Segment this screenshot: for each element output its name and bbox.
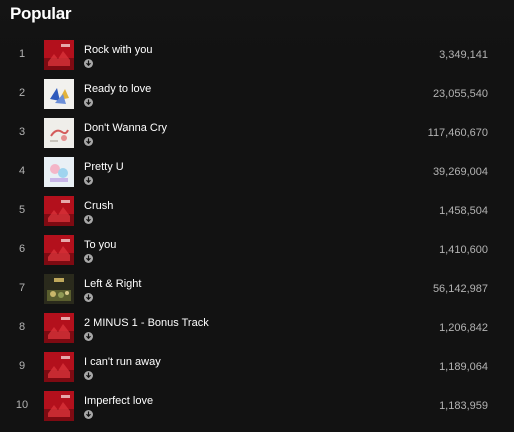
track-title[interactable]: 2 MINUS 1 - Bonus Track <box>84 317 209 329</box>
track-row[interactable]: 7 Left & Right 56,142,987 <box>0 270 514 309</box>
download-icon <box>84 215 93 224</box>
track-number: 2 <box>18 87 26 99</box>
play-count: 1,206,842 <box>439 322 488 334</box>
album-art[interactable] <box>44 40 74 70</box>
play-count: 1,410,600 <box>439 244 488 256</box>
track-number: 3 <box>18 126 26 138</box>
download-icon <box>84 293 93 302</box>
track-row[interactable]: 8 2 MINUS 1 - Bonus Track 1,206,842 <box>0 309 514 348</box>
album-art[interactable] <box>44 313 74 343</box>
album-art[interactable] <box>44 274 74 304</box>
play-count: 1,458,504 <box>439 205 488 217</box>
track-title[interactable]: Rock with you <box>84 44 152 56</box>
track-row[interactable]: 10 Imperfect love 1,183,959 <box>0 387 514 426</box>
play-count: 39,269,004 <box>432 166 488 178</box>
download-icon <box>84 332 93 341</box>
track-row[interactable]: 4 Pretty U 39,269,004 <box>0 153 514 192</box>
play-count: 56,142,987 <box>432 283 488 295</box>
track-number: 8 <box>18 321 26 333</box>
track-title[interactable]: Crush <box>84 200 113 212</box>
download-icon <box>84 59 93 68</box>
track-number: 1 <box>18 48 26 60</box>
download-icon <box>84 98 93 107</box>
download-icon <box>84 137 93 146</box>
play-count: 23,055,540 <box>432 88 488 100</box>
track-number: 5 <box>18 204 26 216</box>
play-count: 1,183,959 <box>439 400 488 412</box>
download-icon <box>84 410 93 419</box>
track-number: 4 <box>18 165 26 177</box>
track-title[interactable]: Imperfect love <box>84 395 153 407</box>
play-count: 117,460,670 <box>427 127 488 139</box>
track-number: 7 <box>18 282 26 294</box>
album-art[interactable] <box>44 235 74 265</box>
track-title[interactable]: Don't Wanna Cry <box>84 122 167 134</box>
track-number: 10 <box>15 399 29 411</box>
play-count: 1,189,064 <box>439 361 488 373</box>
page-title: Popular <box>10 4 72 23</box>
track-row[interactable]: 3 Don't Wanna Cry 117,460,670 <box>0 114 514 153</box>
track-row[interactable]: 9 I can't run away 1,189,064 <box>0 348 514 387</box>
album-art[interactable] <box>44 352 74 382</box>
play-count: 3,349,141 <box>439 49 488 61</box>
track-row[interactable]: 1 Rock with you 3,349,141 <box>0 36 514 75</box>
download-icon <box>84 254 93 263</box>
track-row[interactable]: 6 To you 1,410,600 <box>0 231 514 270</box>
track-title[interactable]: Pretty U <box>84 161 124 173</box>
track-row[interactable]: 5 Crush 1,458,504 <box>0 192 514 231</box>
track-title[interactable]: To you <box>84 239 116 251</box>
album-art[interactable] <box>44 196 74 226</box>
track-number: 6 <box>18 243 26 255</box>
album-art[interactable] <box>44 157 74 187</box>
album-art[interactable] <box>44 391 74 421</box>
track-row[interactable]: 2 Ready to love 23,055,540 <box>0 75 514 114</box>
track-number: 9 <box>18 360 26 372</box>
download-icon <box>84 176 93 185</box>
download-icon <box>84 371 93 380</box>
album-art[interactable] <box>44 118 74 148</box>
track-title[interactable]: Ready to love <box>84 83 151 95</box>
album-art[interactable] <box>44 79 74 109</box>
track-list: 1 Rock with you 3,349,141 2 Ready to lov… <box>0 36 514 426</box>
track-title[interactable]: I can't run away <box>84 356 161 368</box>
track-title[interactable]: Left & Right <box>84 278 141 290</box>
